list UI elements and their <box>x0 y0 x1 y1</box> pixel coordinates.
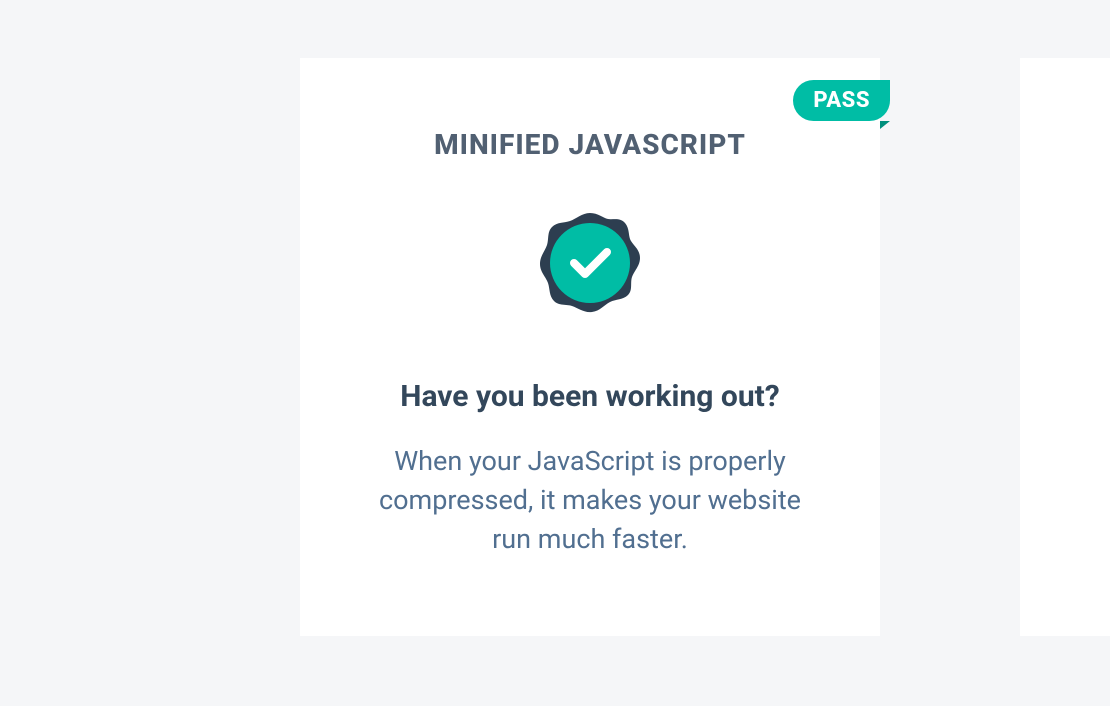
result-card-minified-js: PASS MINIFIED JAVASCRIPT Have you been w… <box>300 58 880 636</box>
card-title: MINIFIED JAVASCRIPT <box>340 128 840 161</box>
status-badge: PASS <box>793 80 890 121</box>
card-description: When your JavaScript is properly compres… <box>340 442 840 559</box>
result-card-next <box>1020 58 1110 636</box>
status-badge-label: PASS <box>813 88 870 113</box>
verified-check-badge-icon <box>538 211 642 319</box>
card-heading: Have you been working out? <box>340 379 840 414</box>
